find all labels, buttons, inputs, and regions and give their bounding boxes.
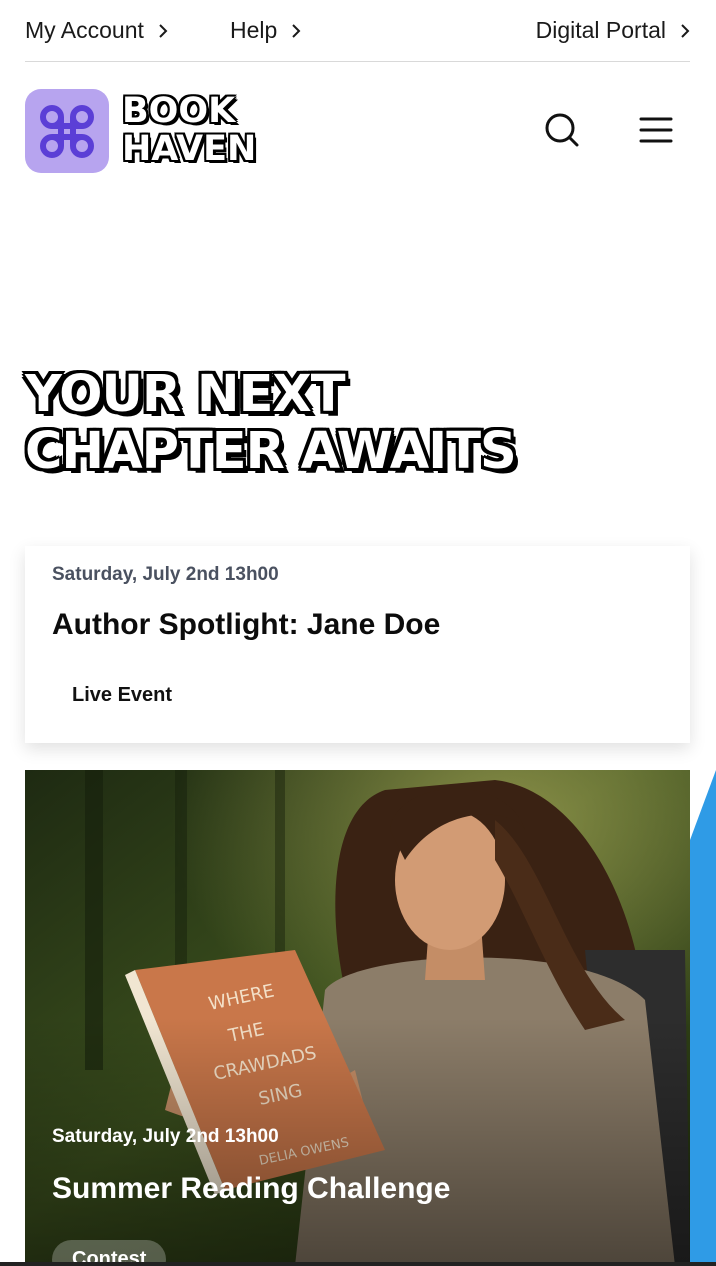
event-date: Saturday, July 2nd 13h00 <box>52 1126 279 1147</box>
bottom-edge <box>0 1262 716 1266</box>
brand-line-1: BOOK <box>122 91 236 131</box>
chevron-right-icon <box>159 23 168 38</box>
chevron-right-icon <box>292 23 301 38</box>
brand-wordmark: BOOK HAVEN <box>122 92 256 168</box>
hero-line-1: YOUR NEXT <box>25 365 346 424</box>
event-title: Summer Reading Challenge <box>52 1172 451 1205</box>
hero-title: YOUR NEXT CHAPTER AWAITS <box>25 365 517 481</box>
digital-portal-link[interactable]: Digital Portal <box>536 17 690 44</box>
chevron-right-icon <box>681 23 690 38</box>
event-type-badge: Live Event <box>72 684 173 706</box>
search-icon <box>545 113 579 147</box>
my-account-link[interactable]: My Account <box>25 17 168 44</box>
event-date: Saturday, July 2nd 13h00 <box>52 564 279 585</box>
event-card-author-spotlight[interactable]: Saturday, July 2nd 13h00 Author Spotligh… <box>25 546 690 743</box>
hamburger-menu-icon <box>639 117 673 143</box>
event-title: Author Spotlight: Jane Doe <box>52 608 441 641</box>
digital-portal-label: Digital Portal <box>535 17 666 43</box>
menu-button[interactable] <box>636 110 676 150</box>
command-key-icon <box>25 89 109 173</box>
my-account-label: My Account <box>25 17 144 43</box>
event-card-summer-reading[interactable]: WHERE THE CRAWDADS SING DELIA OWENS Satu… <box>25 770 690 1266</box>
utility-bar: My Account Help Digital Portal <box>25 0 690 62</box>
brand-line-2: HAVEN <box>122 129 257 169</box>
search-button[interactable] <box>542 110 582 150</box>
site-header: BOOK HAVEN <box>25 88 690 174</box>
next-card-peek[interactable] <box>690 770 716 1266</box>
help-link[interactable]: Help <box>230 17 301 44</box>
help-label: Help <box>230 17 278 43</box>
hero-line-2: CHAPTER AWAITS <box>25 422 517 481</box>
